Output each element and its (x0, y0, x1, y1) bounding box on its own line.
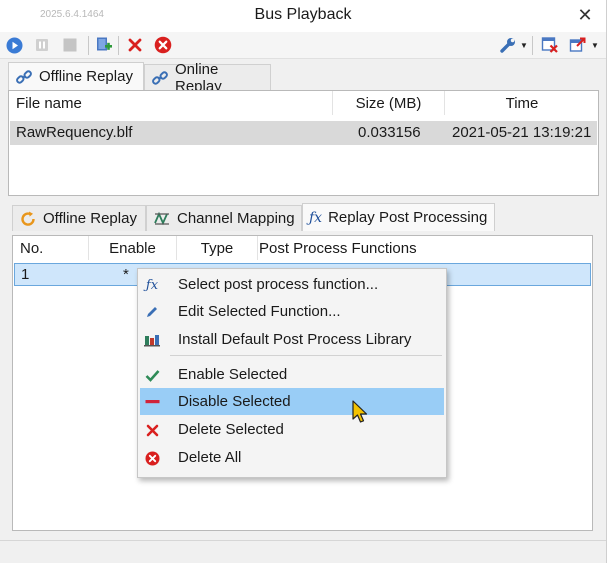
tab-offline-replay[interactable]: Offline Replay (8, 62, 144, 90)
tab-replay-post-processing[interactable]: ƒx Replay Post Processing (302, 203, 495, 231)
toolbar: ▼ ▼ (0, 32, 606, 59)
export-dropdown-arrow[interactable]: ▼ (591, 41, 599, 50)
menu-separator (170, 355, 442, 356)
column-header-no[interactable]: No. (13, 236, 88, 260)
pause-icon (36, 39, 48, 51)
menu-item-install-library[interactable]: Install Default Post Process Library (140, 326, 444, 353)
toolbar-separator (532, 36, 533, 55)
fx-icon: ƒx (145, 277, 159, 293)
settings-dropdown-arrow[interactable]: ▼ (520, 41, 528, 50)
menu-item-delete-all[interactable]: Delete All (140, 444, 444, 471)
menu-item-label: Select post process function... (178, 276, 379, 293)
menu-item-label: Edit Selected Function... (178, 303, 341, 320)
x-icon (144, 422, 160, 438)
close-window-button[interactable]: ✕ (574, 3, 596, 27)
column-header-time[interactable]: Time (445, 91, 599, 115)
mapping-icon (154, 211, 169, 225)
tab-label: Offline Replay (43, 210, 137, 227)
link-icon (16, 69, 32, 84)
link-icon (152, 70, 168, 85)
window-title: Bus Playback (254, 6, 352, 23)
processing-tabs: Offline Replay Channel Mapping ƒx Replay… (12, 203, 598, 231)
clear-all-icon (154, 36, 172, 54)
menu-item-disable-selected[interactable]: Disable Selected (140, 388, 444, 415)
delete-icon (128, 38, 142, 52)
tab-offline-replay-bottom[interactable]: Offline Replay (12, 205, 146, 231)
clear-all-button[interactable] (153, 35, 173, 55)
column-header-type[interactable]: Type (177, 236, 257, 260)
export-icon (569, 37, 586, 52)
check-icon (144, 367, 160, 383)
play-icon (6, 37, 22, 53)
context-menu: ƒx Select post process function... Edit … (137, 268, 447, 478)
stop-button[interactable] (60, 35, 80, 55)
tab-channel-mapping[interactable]: Channel Mapping (146, 205, 302, 231)
column-header-file-name[interactable]: File name (9, 91, 332, 115)
stop-icon (63, 38, 77, 52)
tab-label: Channel Mapping (177, 210, 295, 227)
toolbar-separator (88, 36, 89, 55)
menu-item-label: Enable Selected (178, 366, 288, 383)
menu-item-enable-selected[interactable]: Enable Selected (140, 361, 444, 388)
add-file-icon (97, 37, 112, 51)
toolbar-separator (118, 36, 119, 55)
menu-item-edit-function[interactable]: Edit Selected Function... (140, 298, 444, 325)
table-row[interactable]: RawRequency.blf 0.033156 2021-05-21 13:1… (10, 121, 597, 145)
menu-item-select-function[interactable]: ƒx Select post process function... (140, 271, 444, 298)
no-cell: 1 (21, 266, 30, 283)
menu-item-delete-selected[interactable]: Delete Selected (140, 416, 444, 443)
menu-item-label: Delete Selected (178, 421, 284, 438)
loop-icon (21, 211, 35, 226)
time-cell: 2021-05-21 13:19:21 (452, 124, 592, 141)
menu-item-label: Delete All (178, 449, 242, 466)
menu-item-label: Install Default Post Process Library (178, 331, 412, 348)
close-file-icon (541, 37, 558, 53)
column-header-size[interactable]: Size (MB) (333, 91, 444, 115)
tab-label: Replay Post Processing (328, 209, 488, 226)
enable-cell[interactable]: * (123, 266, 129, 283)
pause-button[interactable] (32, 35, 52, 55)
play-button[interactable] (4, 35, 24, 55)
size-cell: 0.033156 (358, 124, 421, 141)
delete-all-icon (144, 450, 160, 466)
file-name-cell: RawRequency.blf (16, 124, 133, 141)
menu-item-label: Disable Selected (178, 393, 291, 410)
library-icon (144, 332, 160, 348)
tab-label: Offline Replay (39, 68, 133, 85)
file-table: File name Size (MB) Time RawRequency.blf… (8, 90, 599, 196)
fx-icon: ƒx (309, 209, 323, 226)
settings-button[interactable] (498, 35, 518, 55)
add-file-button[interactable] (94, 35, 114, 55)
column-header-enable[interactable]: Enable (89, 236, 176, 260)
pencil-icon (144, 304, 160, 320)
settings-icon (500, 38, 515, 53)
title-bar: 2025.6.4.1464 Bus Playback ✕ (0, 0, 606, 32)
delete-button[interactable] (125, 35, 145, 55)
column-header-post-process-functions[interactable]: Post Process Functions (258, 236, 588, 260)
tab-online-replay[interactable]: Online Replay (144, 61, 271, 95)
close-file-button[interactable] (540, 35, 560, 55)
export-button[interactable] (568, 35, 588, 55)
replay-mode-tabs: Offline Replay Online Replay (8, 61, 598, 95)
minus-icon (144, 394, 160, 410)
mouse-pointer-icon (352, 400, 368, 423)
status-bar (0, 540, 606, 563)
